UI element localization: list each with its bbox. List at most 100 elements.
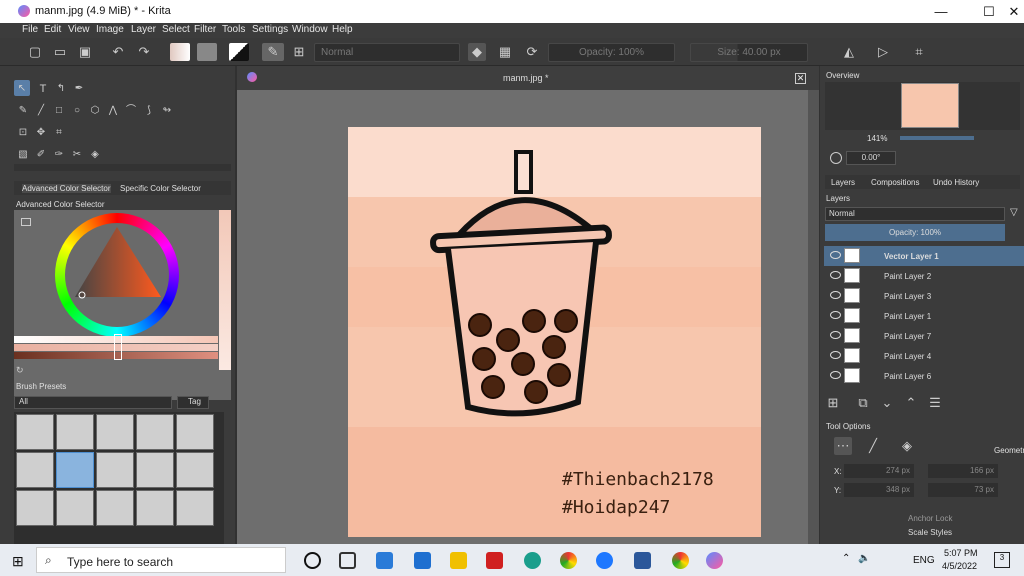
chrome-icon[interactable] [560,552,577,569]
gradient-tool-icon[interactable]: ▧ [14,146,32,164]
blend-mode-select[interactable]: Normal [314,43,460,62]
visibility-eye-icon[interactable] [830,271,841,279]
select-mode-icon[interactable]: ⋯ [834,437,852,455]
anchor-lock-label[interactable]: Anchor Lock [908,514,952,523]
dynamic-brush-tool-icon[interactable]: ↬ [158,102,176,120]
layer-blend-mode[interactable]: Normal [825,207,1005,221]
brush-preset[interactable] [16,414,54,450]
layer-row[interactable]: Paint Layer 7 [824,326,1024,346]
select-shapes-tool-icon[interactable]: ↖ [14,80,30,96]
brush-preset-selected[interactable] [56,452,94,488]
file-explorer-icon[interactable] [450,552,467,569]
saturation-value-triangle[interactable] [55,213,179,337]
height-field[interactable]: 73 px [928,483,998,497]
scale-styles-label[interactable]: Scale Styles [908,528,952,537]
undo-icon[interactable]: ↶ [109,43,127,61]
crop-icon[interactable]: ⌗ [910,43,928,61]
tab-undo-history[interactable]: Undo History [933,178,979,187]
tab-specific-color-selector[interactable]: Specific Color Selector [120,184,201,193]
layer-row[interactable]: Vector Layer 1 [824,246,1024,266]
stroke-icon[interactable]: ╱ [864,437,882,455]
zalo-icon[interactable] [596,552,613,569]
reload-preset-icon[interactable]: ⟳ [523,43,541,61]
y-position-field[interactable]: 348 px [844,483,914,497]
color-history-strip[interactable] [219,210,231,370]
fill-tool-icon[interactable]: ◈ [86,146,104,164]
mirror-vertical-icon[interactable]: ▷ [874,43,892,61]
polygon-tool-icon[interactable]: ⬡ [86,102,104,120]
new-document-icon[interactable]: ▢ [26,43,44,61]
fg-bg-color-swatch[interactable] [229,43,249,61]
zoom-slider[interactable] [900,136,974,140]
task-view-icon[interactable] [339,552,356,569]
menu-layer[interactable]: Layer [131,24,156,35]
tab-advanced-color-selector[interactable]: Advanced Color Selector [22,184,111,193]
crop-tool-icon[interactable]: ⌗ [50,124,68,142]
duplicate-layer-icon[interactable]: ⧉ [854,394,872,412]
layer-row[interactable]: Paint Layer 4 [824,346,1024,366]
brush-preset[interactable] [96,414,134,450]
polyline-tool-icon[interactable]: ⋀ [104,102,122,120]
volume-icon[interactable]: 🔈 [858,553,870,564]
layer-properties-icon[interactable]: ☰ [926,394,944,412]
redo-icon[interactable]: ↷ [135,43,153,61]
smart-patch-tool-icon[interactable]: ✑ [50,146,68,164]
brush-preset-icon[interactable]: ✎ [262,43,284,61]
layer-row[interactable]: Paint Layer 6 [824,366,1024,386]
tab-layers[interactable]: Layers [831,178,855,187]
filter-icon[interactable]: ▽ [1010,207,1018,218]
brush-preset[interactable] [56,490,94,526]
mail-icon[interactable] [414,552,431,569]
brush-preset[interactable] [16,490,54,526]
menu-select[interactable]: Select [162,24,190,35]
tray-chevron-icon[interactable]: ⌃ [842,553,850,564]
brush-preset[interactable] [176,490,214,526]
menu-window[interactable]: Window [292,24,328,35]
layer-opacity-slider[interactable]: Opacity: 100% [825,224,1005,241]
edit-shapes-tool-icon[interactable]: ↰ [52,80,70,98]
cortana-icon[interactable] [304,552,321,569]
brush-preset[interactable] [136,414,174,450]
settings-icon[interactable] [21,218,31,226]
visibility-eye-icon[interactable] [830,311,841,319]
toolbox-scrollbar[interactable] [14,164,231,171]
transform-tool-icon[interactable]: ⊡ [14,124,32,142]
bezier-tool-icon[interactable]: ⌒ [122,102,140,120]
width-field[interactable]: 166 px [928,464,998,478]
brush-tool-icon[interactable]: ✎ [14,102,32,120]
brush-preset[interactable] [56,414,94,450]
minimize-button[interactable]: — [918,0,964,23]
eraser-icon[interactable]: ◆ [468,43,486,61]
close-document-icon[interactable]: ✕ [795,73,806,84]
menu-edit[interactable]: Edit [44,24,61,35]
word-icon[interactable] [634,552,651,569]
brush-preset[interactable] [176,414,214,450]
refresh-icon[interactable]: ↻ [16,365,24,376]
visibility-eye-icon[interactable] [830,291,841,299]
workspace-icon[interactable]: ⊞ [290,43,308,61]
vertical-scrollbar[interactable] [808,90,819,544]
freehand-path-tool-icon[interactable]: ⟆ [140,102,158,120]
windows-start-icon[interactable]: ⊞ [12,553,24,570]
clock-time[interactable]: 5:07 PM [944,548,978,558]
canvas[interactable]: #Thienbach2178 #Hoidap247 [348,127,761,537]
menu-view[interactable]: View [68,24,90,35]
layer-row[interactable]: Paint Layer 3 [824,286,1024,306]
pattern-swatch[interactable] [197,43,217,61]
tag-button[interactable]: Tag [177,396,209,409]
menu-settings[interactable]: Settings [252,24,288,35]
mirror-horizontal-icon[interactable]: ◭ [840,43,858,61]
brush-preset[interactable] [96,490,134,526]
rotate-icon[interactable] [830,152,842,164]
menu-tools[interactable]: Tools [222,24,245,35]
chrome-icon-2[interactable] [672,552,689,569]
brush-preset[interactable] [16,452,54,488]
move-tool-icon[interactable]: ✥ [32,124,50,142]
store-icon[interactable] [376,552,393,569]
brush-preset[interactable] [96,452,134,488]
notification-icon[interactable]: 3 [994,552,1010,568]
language-indicator[interactable]: ENG [913,555,935,566]
brush-tag-filter[interactable]: All [14,396,172,409]
ellipse-tool-icon[interactable]: ○ [68,102,86,120]
menu-file[interactable]: File [22,24,38,35]
